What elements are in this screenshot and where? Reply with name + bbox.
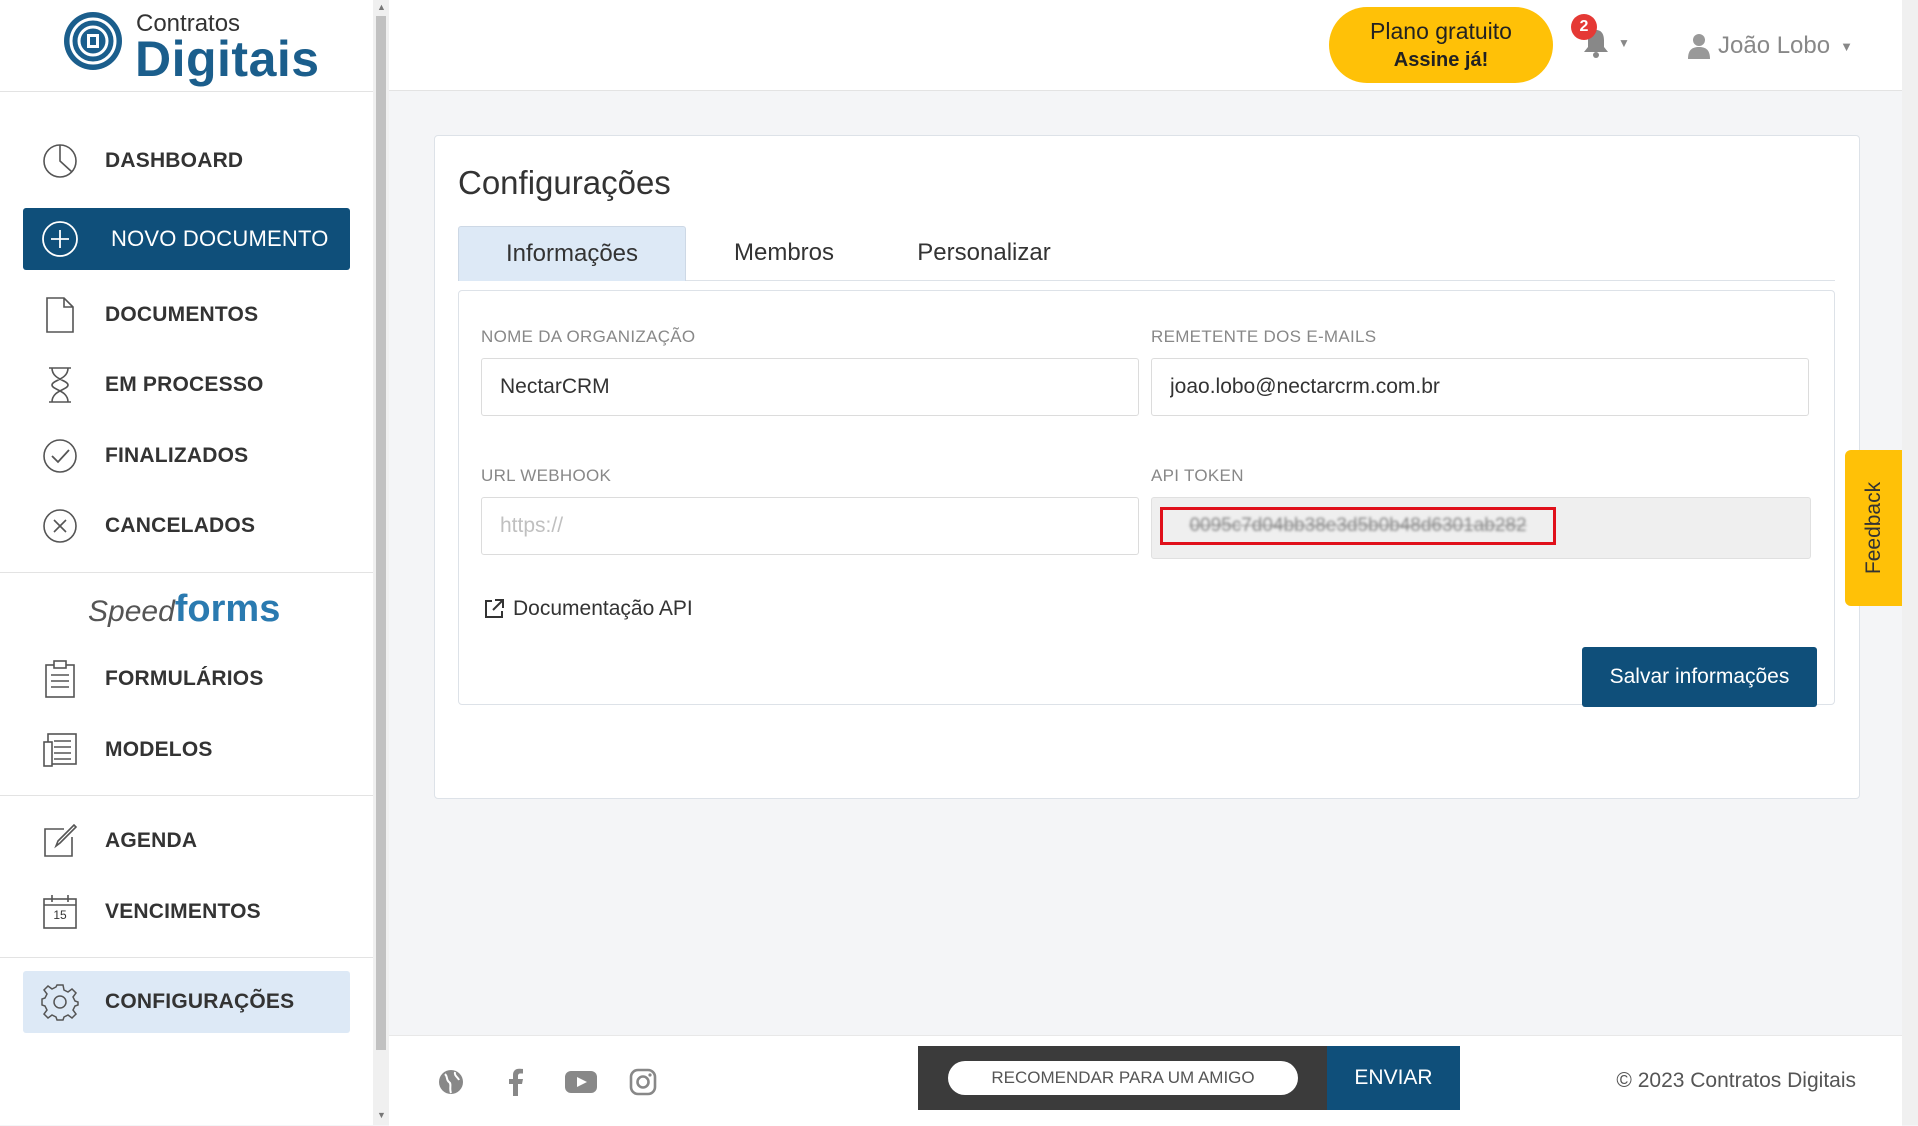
calendar-icon: 15 [41,893,79,931]
email-sender-label: REMETENTE DOS E-MAILS [1151,327,1377,346]
plan-label: Plano gratuito [1370,18,1512,44]
sidebar-item-label: MODELOS [105,738,213,761]
page-scrollbar[interactable] [1902,0,1918,1125]
templates-icon [41,731,79,769]
tab-bar: Informações Membros Personalizar [458,226,1835,281]
user-icon [1688,34,1710,59]
org-name-label: NOME DA ORGANIZAÇÃO [481,327,696,346]
api-token-label: API TOKEN [1151,466,1244,485]
user-name: João Lobo [1718,32,1831,59]
sidebar-item-agenda[interactable]: AGENDA [23,810,350,872]
tab-membros[interactable]: Membros [684,226,884,280]
check-circle-icon [41,437,79,475]
recommend-friend-input[interactable]: RECOMENDAR PARA UM AMIGO [948,1061,1298,1095]
calendar-day-text: 15 [53,908,67,922]
scroll-down-arrow-icon[interactable]: ▼ [377,1110,386,1120]
document-icon [41,296,79,334]
sidebar-item-cancelados[interactable]: CANCELADOS [23,495,350,557]
sidebar-item-vencimentos[interactable]: 15 VENCIMENTOS [23,881,350,943]
settings-card: Configurações Informações Membros Person… [434,135,1860,799]
pie-chart-icon [41,142,79,180]
clipboard-icon [41,660,79,698]
instagram-icon[interactable] [627,1066,659,1098]
sidebar-item-label: FINALIZADOS [105,444,249,467]
plus-circle-icon [41,220,79,258]
email-sender-input[interactable] [1151,358,1809,416]
tab-informacoes[interactable]: Informações [458,226,686,281]
logo-mark-icon [64,12,122,70]
speedforms-speed-text: Speed [88,595,175,628]
sidebar-item-label: DASHBOARD [105,149,244,172]
sidebar-item-label: CONFIGURAÇÕES [105,990,295,1013]
feedback-label: Feedback [1862,481,1885,575]
facebook-icon[interactable] [499,1066,531,1098]
feedback-tab[interactable]: Feedback [1845,450,1903,606]
x-circle-icon [41,507,79,545]
topbar [389,0,1902,91]
speedforms-logo: Speedforms [88,588,280,631]
notification-count-badge: 2 [1571,14,1597,40]
sidebar-item-label: DOCUMENTOS [105,303,259,326]
globe-icon[interactable] [435,1066,467,1098]
external-link-icon [485,599,504,618]
sidebar-item-formularios[interactable]: FORMULÁRIOS [23,648,350,710]
sidebar-item-finalizados[interactable]: FINALIZADOS [23,425,350,487]
sidebar-item-documentos[interactable]: DOCUMENTOS [23,284,350,346]
logo-text-big: Digitais [135,31,320,87]
youtube-icon[interactable] [563,1066,599,1098]
copyright-text: © 2023 Contratos Digitais [1616,1069,1856,1092]
tab-personalizar[interactable]: Personalizar [884,226,1084,280]
recommend-box: RECOMENDAR PARA UM AMIGO [918,1046,1327,1110]
webhook-label: URL WEBHOOK [481,466,612,485]
sidebar-divider [0,957,373,958]
chevron-down-icon: ▼ [1618,36,1630,50]
org-name-input[interactable] [481,358,1139,416]
info-panel: NOME DA ORGANIZAÇÃO REMETENTE DOS E-MAIL… [458,290,1835,707]
webhook-url-input[interactable] [481,497,1139,555]
gear-icon [41,983,79,1021]
chevron-down-icon: ▼ [1840,38,1853,54]
sidebar-divider [0,795,373,796]
sidebar-item-label: EM PROCESSO [105,373,264,396]
send-button[interactable]: ENVIAR [1327,1046,1460,1110]
sidebar-item-configuracoes[interactable]: CONFIGURAÇÕES [23,971,350,1033]
sidebar-item-em-processo[interactable]: EM PROCESSO [23,354,350,416]
api-docs-link[interactable]: Documentação API [483,597,693,621]
plan-cta: Assine já! [1393,49,1489,71]
sidebar-item-dashboard[interactable]: DASHBOARD [23,130,350,192]
api-docs-link-text: Documentação API [513,597,693,620]
sidebar-item-novo-documento[interactable]: NOVO DOCUMENTO [23,208,350,270]
sidebar-item-label: FORMULÁRIOS [105,667,264,690]
sidebar-divider [0,572,373,573]
scroll-up-arrow-icon[interactable]: ▲ [377,2,386,12]
speedforms-forms-text: forms [174,588,281,630]
sidebar-item-modelos[interactable]: MODELOS [23,719,350,781]
sidebar-item-label: AGENDA [105,829,198,852]
scrollbar-thumb[interactable] [376,16,386,1050]
api-token-highlight: 0095c7d04bb38e3d5b0b48d6301ab282 [1160,507,1556,545]
api-token-value: 0095c7d04bb38e3d5b0b48d6301ab282 [1189,515,1527,536]
sidebar-item-label: NOVO DOCUMENTO [111,226,329,251]
sidebar-item-label: VENCIMENTOS [105,900,261,923]
user-menu[interactable]: João Lobo ▼ [1688,28,1853,64]
sidebar-divider [0,91,373,92]
footer: RECOMENDAR PARA UM AMIGO ENVIAR © 2023 C… [389,1035,1902,1126]
sidebar-item-label: CANCELADOS [105,514,256,537]
logo[interactable]: Contratos Digitais [62,8,322,87]
page-title: Configurações [458,164,671,201]
edit-icon [41,822,79,860]
api-token-field[interactable]: 0095c7d04bb38e3d5b0b48d6301ab282 [1151,497,1811,559]
sidebar-scrollbar[interactable]: ▲ ▼ [373,0,389,1125]
upgrade-plan-button[interactable]: Plano gratuito Assine já! [1329,7,1553,83]
save-info-button[interactable]: Salvar informações [1582,647,1817,707]
sidebar: Contratos Digitais DASHBOARD NOVO DOCUME… [0,0,373,1125]
hourglass-icon [41,366,79,404]
